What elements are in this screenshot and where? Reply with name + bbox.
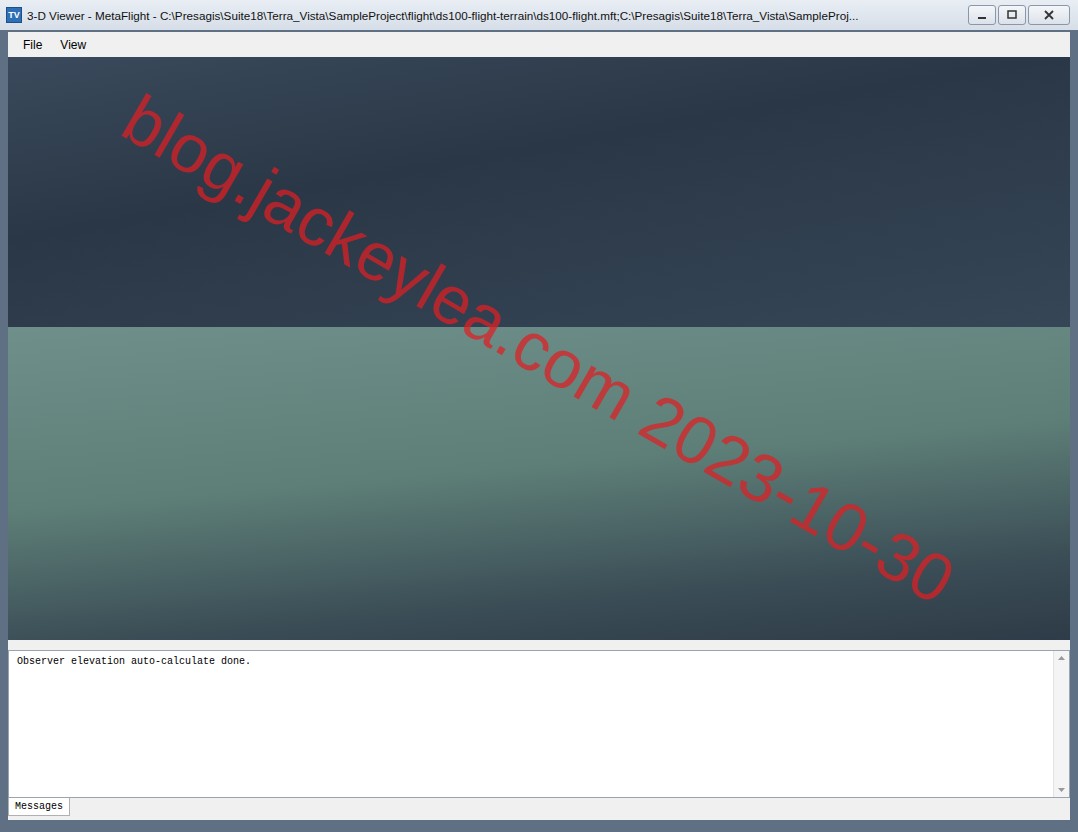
messages-panel: Observer elevation auto-calculate done. [8, 650, 1070, 798]
terrain-fields [8, 327, 1070, 640]
terrain-mountains [8, 57, 1070, 327]
window-title: 3-D Viewer - MetaFlight - C:\Presagis\Su… [27, 9, 963, 22]
splitter[interactable] [8, 640, 1070, 650]
viewer-window: TV 3-D Viewer - MetaFlight - C:\Presagis\… [0, 0, 1078, 832]
tab-bar: Messages [8, 798, 1070, 820]
tab[interactable]: Messages [8, 798, 70, 816]
scrollbar[interactable] [1053, 651, 1069, 797]
menu-bar: FileView [8, 32, 1070, 57]
3d-viewport[interactable]: blog.jackeylea.com 2023-10-30 [8, 57, 1070, 640]
scroll-up-icon[interactable] [1054, 651, 1069, 665]
minimize-button[interactable] [968, 5, 996, 25]
scroll-down-icon[interactable] [1054, 783, 1069, 797]
maximize-button[interactable] [998, 5, 1026, 25]
menu-item[interactable]: View [53, 36, 93, 54]
message-line: Observer elevation auto-calculate done. [17, 655, 1045, 669]
watermark: blog.jackeylea.com 2023-10-30 [110, 78, 967, 618]
minimize-icon [977, 10, 987, 20]
maximize-icon [1007, 10, 1017, 20]
close-button[interactable] [1028, 5, 1070, 25]
app-icon: TV [6, 7, 22, 23]
menu-item[interactable]: File [16, 36, 49, 54]
close-icon [1044, 10, 1054, 20]
title-bar: TV 3-D Viewer - MetaFlight - C:\Presagis\… [0, 0, 1078, 30]
